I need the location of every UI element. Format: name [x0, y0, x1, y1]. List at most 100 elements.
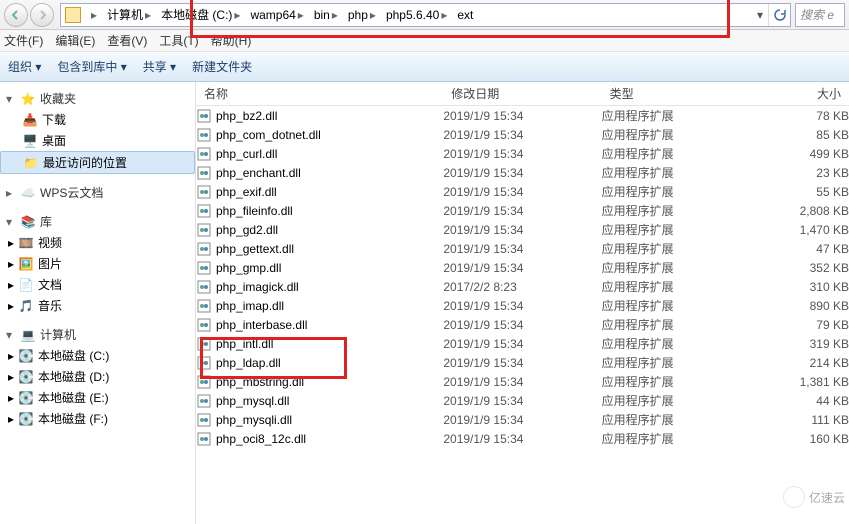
breadcrumb: ▸ 计算机▸ 本地磁盘 (C:)▸ wamp64▸ bin▸ php▸ php5… — [85, 4, 477, 26]
file-date: 2019/1/9 15:34 — [443, 394, 601, 408]
file-type: 应用程序扩展 — [602, 126, 760, 143]
menu-bar: 文件(F) 编辑(E) 查看(V) 工具(T) 帮助(H) — [0, 30, 849, 52]
file-date: 2019/1/9 15:34 — [443, 109, 601, 123]
breadcrumb-item[interactable]: php▸ — [344, 4, 382, 26]
new-folder-button[interactable]: 新建文件夹 — [192, 58, 252, 75]
sidebar-item-drive-d[interactable]: ▸💽本地磁盘 (D:) — [0, 366, 195, 387]
breadcrumb-item[interactable]: php5.6.40▸ — [382, 4, 453, 26]
file-row[interactable]: php_mysql.dll2019/1/9 15:34应用程序扩展44 KB — [196, 391, 849, 410]
recent-icon: 📁 — [23, 155, 39, 171]
file-row[interactable]: php_imagick.dll2017/2/2 8:23应用程序扩展310 KB — [196, 277, 849, 296]
menu-view[interactable]: 查看(V) — [107, 32, 147, 49]
file-row[interactable]: php_interbase.dll2019/1/9 15:34应用程序扩展79 … — [196, 315, 849, 334]
breadcrumb-item[interactable]: 计算机▸ — [103, 4, 157, 26]
file-date: 2019/1/9 15:34 — [443, 432, 601, 446]
sidebar-item-downloads[interactable]: 📥下载 — [0, 109, 195, 130]
libraries-group[interactable]: ▾📚库 — [0, 211, 195, 232]
file-row[interactable]: php_bz2.dll2019/1/9 15:34应用程序扩展78 KB — [196, 106, 849, 125]
file-row[interactable]: php_enchant.dll2019/1/9 15:34应用程序扩展23 KB — [196, 163, 849, 182]
file-name: php_mysql.dll — [216, 394, 289, 408]
col-date[interactable]: 修改日期 — [443, 85, 601, 102]
file-row[interactable]: php_com_dotnet.dll2019/1/9 15:34应用程序扩展85… — [196, 125, 849, 144]
dll-icon — [196, 336, 212, 352]
sidebar-item-desktop[interactable]: 🖥️桌面 — [0, 130, 195, 151]
file-row[interactable]: php_imap.dll2019/1/9 15:34应用程序扩展890 KB — [196, 296, 849, 315]
refresh-button[interactable] — [768, 4, 790, 26]
file-size: 319 KB — [760, 337, 849, 351]
file-size: 1,470 KB — [760, 223, 849, 237]
sidebar-item-recent[interactable]: 📁最近访问的位置 — [0, 151, 195, 174]
file-row[interactable]: php_mysqli.dll2019/1/9 15:34应用程序扩展111 KB — [196, 410, 849, 429]
menu-edit[interactable]: 编辑(E) — [55, 32, 95, 49]
include-in-library-button[interactable]: 包含到库中 ▾ — [57, 58, 126, 75]
breadcrumb-item[interactable]: 本地磁盘 (C:)▸ — [157, 4, 246, 26]
library-icon: 📚 — [20, 214, 36, 230]
nav-pane[interactable]: ▾⭐收藏夹 📥下载 🖥️桌面 📁最近访问的位置 ▸☁️WPS云文档 ▾📚库 ▸🎞… — [0, 82, 196, 524]
file-row[interactable]: php_exif.dll2019/1/9 15:34应用程序扩展55 KB — [196, 182, 849, 201]
breadcrumb-item[interactable]: wamp64▸ — [246, 4, 309, 26]
sidebar-item-drive-f[interactable]: ▸💽本地磁盘 (F:) — [0, 408, 195, 429]
file-size: 499 KB — [760, 147, 849, 161]
folder-icon — [65, 7, 81, 23]
favorites-group[interactable]: ▾⭐收藏夹 — [0, 88, 195, 109]
file-type: 应用程序扩展 — [602, 411, 760, 428]
col-name[interactable]: 名称 — [196, 85, 443, 102]
watermark-text: 亿速云 — [809, 489, 845, 506]
file-date: 2019/1/9 15:34 — [443, 166, 601, 180]
sidebar-item-drive-e[interactable]: ▸💽本地磁盘 (E:) — [0, 387, 195, 408]
dll-icon — [196, 184, 212, 200]
address-bar[interactable]: ▸ 计算机▸ 本地磁盘 (C:)▸ wamp64▸ bin▸ php▸ php5… — [60, 3, 791, 27]
dll-icon — [196, 431, 212, 447]
sidebar-item-video[interactable]: ▸🎞️视频 — [0, 232, 195, 253]
nav-back-button[interactable] — [4, 3, 28, 27]
file-row[interactable]: php_fileinfo.dll2019/1/9 15:34应用程序扩展2,80… — [196, 201, 849, 220]
file-type: 应用程序扩展 — [602, 430, 760, 447]
computer-group[interactable]: ▾💻计算机 — [0, 324, 195, 345]
file-date: 2017/2/2 8:23 — [443, 280, 601, 294]
file-name: php_oci8_12c.dll — [216, 432, 306, 446]
share-button[interactable]: 共享 ▾ — [143, 58, 176, 75]
file-date: 2019/1/9 15:34 — [443, 356, 601, 370]
breadcrumb-item[interactable]: ext — [453, 4, 477, 26]
breadcrumb-item[interactable]: bin▸ — [310, 4, 344, 26]
file-row[interactable]: php_intl.dll2019/1/9 15:34应用程序扩展319 KB — [196, 334, 849, 353]
file-list[interactable]: 名称 修改日期 类型 大小 php_bz2.dll2019/1/9 15:34应… — [196, 82, 849, 524]
wps-group[interactable]: ▸☁️WPS云文档 — [0, 182, 195, 203]
nav-forward-button[interactable] — [30, 3, 54, 27]
file-date: 2019/1/9 15:34 — [443, 185, 601, 199]
file-size: 352 KB — [760, 261, 849, 275]
menu-tools[interactable]: 工具(T) — [159, 32, 198, 49]
address-dropdown[interactable]: ▾ — [752, 8, 768, 22]
sidebar-item-picture[interactable]: ▸🖼️图片 — [0, 253, 195, 274]
dll-icon — [196, 412, 212, 428]
file-row[interactable]: php_curl.dll2019/1/9 15:34应用程序扩展499 KB — [196, 144, 849, 163]
file-type: 应用程序扩展 — [602, 221, 760, 238]
organize-button[interactable]: 组织 ▾ — [8, 58, 41, 75]
menu-file[interactable]: 文件(F) — [4, 32, 43, 49]
file-size: 85 KB — [760, 128, 849, 142]
sidebar-item-music[interactable]: ▸🎵音乐 — [0, 295, 195, 316]
file-type: 应用程序扩展 — [602, 202, 760, 219]
file-row[interactable]: php_gettext.dll2019/1/9 15:34应用程序扩展47 KB — [196, 239, 849, 258]
watermark-icon — [783, 486, 805, 508]
file-row[interactable]: php_oci8_12c.dll2019/1/9 15:34应用程序扩展160 … — [196, 429, 849, 448]
sidebar-item-documents[interactable]: ▸📄文档 — [0, 274, 195, 295]
file-size: 79 KB — [760, 318, 849, 332]
file-name: php_intl.dll — [216, 337, 273, 351]
file-row[interactable]: php_gd2.dll2019/1/9 15:34应用程序扩展1,470 KB — [196, 220, 849, 239]
search-input[interactable]: 搜索 e — [795, 3, 845, 27]
file-name: php_mbstring.dll — [216, 375, 304, 389]
file-row[interactable]: php_mbstring.dll2019/1/9 15:34应用程序扩展1,38… — [196, 372, 849, 391]
file-size: 214 KB — [760, 356, 849, 370]
breadcrumb-item[interactable]: ▸ — [85, 4, 103, 26]
file-date: 2019/1/9 15:34 — [443, 337, 601, 351]
menu-help[interactable]: 帮助(H) — [211, 32, 252, 49]
col-type[interactable]: 类型 — [602, 85, 760, 102]
dll-icon — [196, 127, 212, 143]
file-name: php_exif.dll — [216, 185, 277, 199]
sidebar-item-drive-c[interactable]: ▸💽本地磁盘 (C:) — [0, 345, 195, 366]
col-size[interactable]: 大小 — [760, 85, 849, 102]
file-row[interactable]: php_ldap.dll2019/1/9 15:34应用程序扩展214 KB — [196, 353, 849, 372]
file-row[interactable]: php_gmp.dll2019/1/9 15:34应用程序扩展352 KB — [196, 258, 849, 277]
file-name: php_fileinfo.dll — [216, 204, 293, 218]
